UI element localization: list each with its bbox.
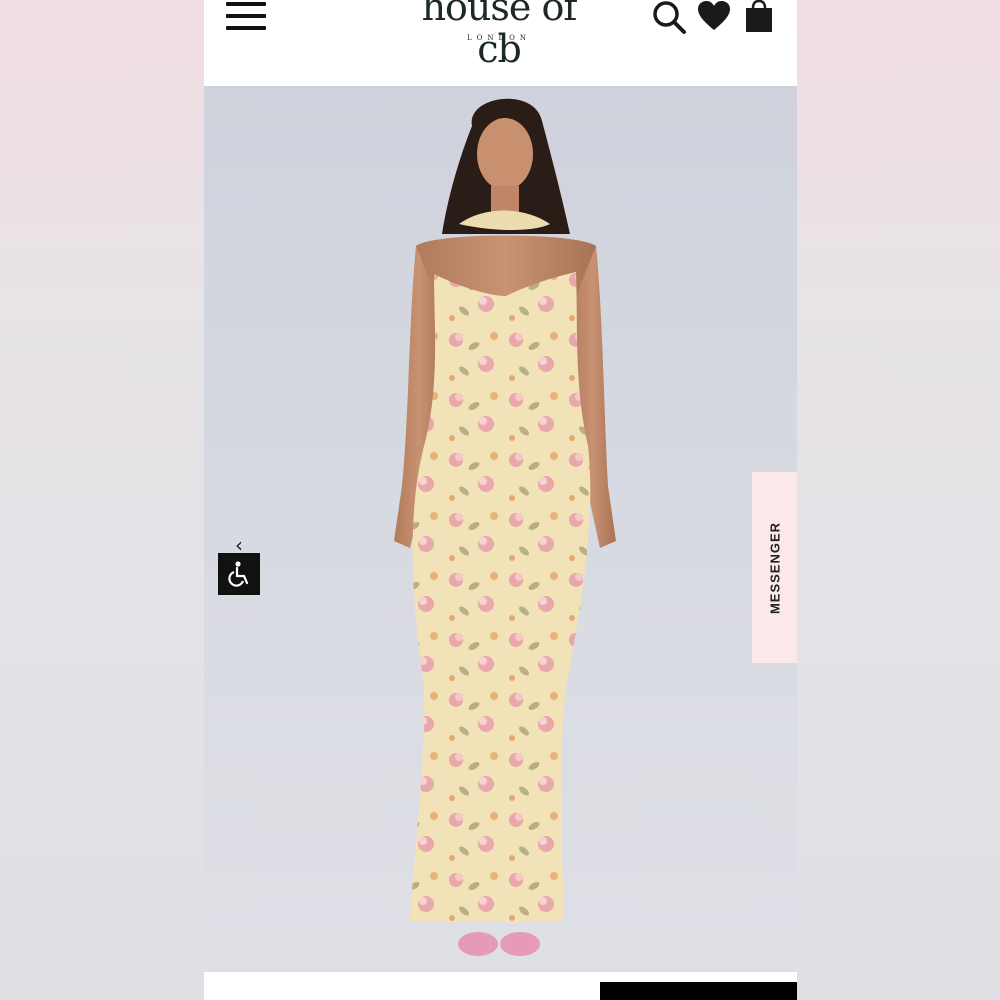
- site-header: house of cb LONDON: [204, 0, 797, 86]
- wheelchair-icon[interactable]: [218, 553, 260, 595]
- background-right: [797, 0, 1000, 1000]
- shopping-bag-icon[interactable]: [744, 0, 774, 39]
- search-icon[interactable]: [652, 0, 688, 41]
- messenger-tab[interactable]: MESSENGER: [752, 472, 797, 663]
- model-in-floral-dress: [394, 98, 616, 956]
- brand-logo-subtitle: LONDON: [467, 34, 531, 42]
- product-image[interactable]: ‹ MESSENGER: [204, 86, 797, 972]
- heart-icon[interactable]: [697, 0, 731, 37]
- page-frame: house of cb LONDON ‹ MESSENGER: [204, 0, 797, 1000]
- messenger-label: MESSENGER: [767, 521, 782, 614]
- hamburger-menu-icon[interactable]: [226, 2, 266, 32]
- bottom-action-button[interactable]: [600, 982, 797, 1000]
- background-left: [0, 0, 204, 1000]
